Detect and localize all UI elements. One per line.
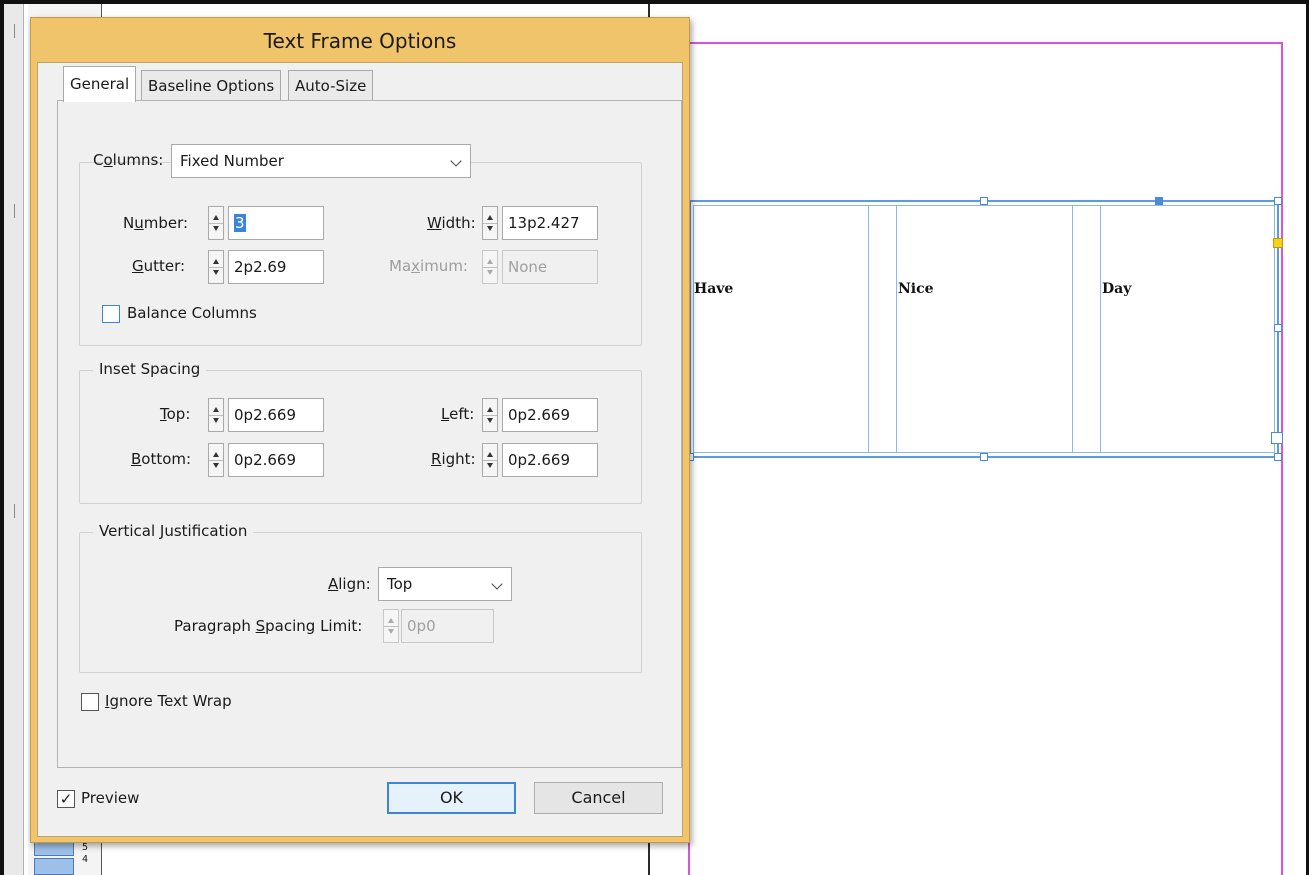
- vertical-justification-title: Vertical Justification: [93, 522, 254, 540]
- frame-handle[interactable]: [1274, 453, 1282, 461]
- inset-spacing-title: Inset Spacing: [93, 360, 207, 378]
- number-label: Number:: [123, 214, 189, 232]
- column-guide: [1100, 206, 1101, 452]
- tab-auto-size[interactable]: Auto-Size: [288, 70, 374, 100]
- inset-bottom-label: Bottom:: [131, 450, 192, 468]
- align-value: Top: [387, 575, 413, 593]
- align-dropdown[interactable]: Top: [378, 567, 512, 601]
- ignore-text-wrap-checkbox[interactable]: [81, 693, 99, 711]
- align-label: Align:: [328, 575, 371, 593]
- tools-strip: [4, 4, 24, 875]
- width-stepper[interactable]: [482, 206, 498, 240]
- tab-baseline-options[interactable]: Baseline Options: [141, 70, 282, 100]
- frame-handle[interactable]: [980, 197, 988, 205]
- tab-general[interactable]: General: [63, 66, 137, 102]
- inset-top-label: Top:: [160, 405, 191, 423]
- balance-columns-checkbox[interactable]: [102, 305, 120, 323]
- paragraph-spacing-input: 0p0: [401, 609, 494, 643]
- gutter-stepper[interactable]: [208, 250, 224, 284]
- maximum-label: Maximum:: [389, 257, 468, 275]
- width-input[interactable]: 13p2.427: [502, 206, 598, 240]
- column-guide: [1072, 206, 1073, 452]
- inset-top-stepper[interactable]: [208, 398, 224, 432]
- text-frame-options-dialog: Text Frame Options General Baseline Opti…: [30, 17, 690, 843]
- gutter-input[interactable]: 2p2.69: [228, 250, 324, 284]
- inset-left-input[interactable]: 0p2.669: [502, 398, 598, 432]
- inset-spacing-group: [79, 370, 642, 504]
- frame-text-word: Nice: [898, 281, 934, 297]
- frame-handle[interactable]: [1155, 197, 1163, 205]
- number-stepper[interactable]: [208, 206, 224, 240]
- inset-right-input[interactable]: 0p2.669: [502, 443, 598, 477]
- ignore-text-wrap-label: Ignore Text Wrap: [105, 692, 232, 710]
- page-number: 4: [82, 854, 89, 865]
- maximum-input: None: [502, 250, 598, 284]
- text-frame-inset: [693, 205, 1275, 453]
- out-port-handle[interactable]: [1271, 432, 1283, 444]
- ruler-tick: [14, 24, 15, 38]
- chevron-down-icon: [491, 578, 503, 590]
- inset-bottom-input[interactable]: 0p2.669: [228, 443, 324, 477]
- preview-label: Preview: [81, 789, 140, 807]
- dialog-title[interactable]: Text Frame Options: [31, 18, 689, 62]
- ruler-tick: [14, 204, 15, 218]
- vertical-justification-group: [79, 532, 642, 673]
- inset-bottom-stepper[interactable]: [208, 443, 224, 477]
- inset-right-label: Right:: [431, 450, 476, 468]
- ruler-tick: [14, 504, 15, 518]
- balance-columns-label: Balance Columns: [127, 304, 257, 322]
- column-guide: [868, 206, 869, 452]
- page-number: 5: [82, 842, 89, 853]
- page-thumbnail[interactable]: [34, 858, 74, 875]
- paragraph-spacing-stepper: [383, 609, 399, 643]
- frame-handle[interactable]: [980, 453, 988, 461]
- cancel-button[interactable]: Cancel: [534, 782, 663, 814]
- paragraph-spacing-limit-label: Paragraph Spacing Limit:: [174, 617, 363, 635]
- inset-right-stepper[interactable]: [482, 443, 498, 477]
- preview-checkbox[interactable]: ✓: [57, 790, 75, 808]
- columns-type-dropdown[interactable]: Fixed Number: [171, 144, 471, 178]
- gutter-label: Gutter:: [132, 257, 186, 275]
- corner-options-handle[interactable]: [1273, 238, 1283, 248]
- width-label: Width:: [427, 214, 476, 232]
- number-input[interactable]: 3: [228, 206, 324, 240]
- frame-handle[interactable]: [1274, 324, 1282, 332]
- frame-handle[interactable]: [1274, 197, 1282, 205]
- maximum-stepper: [482, 250, 498, 284]
- ok-button[interactable]: OK: [387, 782, 516, 814]
- frame-text-word: Day: [1102, 281, 1132, 297]
- chevron-down-icon: [450, 155, 462, 167]
- inset-left-stepper[interactable]: [482, 398, 498, 432]
- column-guide: [896, 206, 897, 452]
- columns-label: Columns:: [93, 151, 164, 169]
- inset-top-input[interactable]: 0p2.669: [228, 398, 324, 432]
- inset-left-label: Left:: [441, 405, 475, 423]
- page-margin-guide: [688, 42, 1283, 44]
- frame-text-word: Have: [694, 281, 734, 297]
- columns-type-value: Fixed Number: [180, 152, 284, 170]
